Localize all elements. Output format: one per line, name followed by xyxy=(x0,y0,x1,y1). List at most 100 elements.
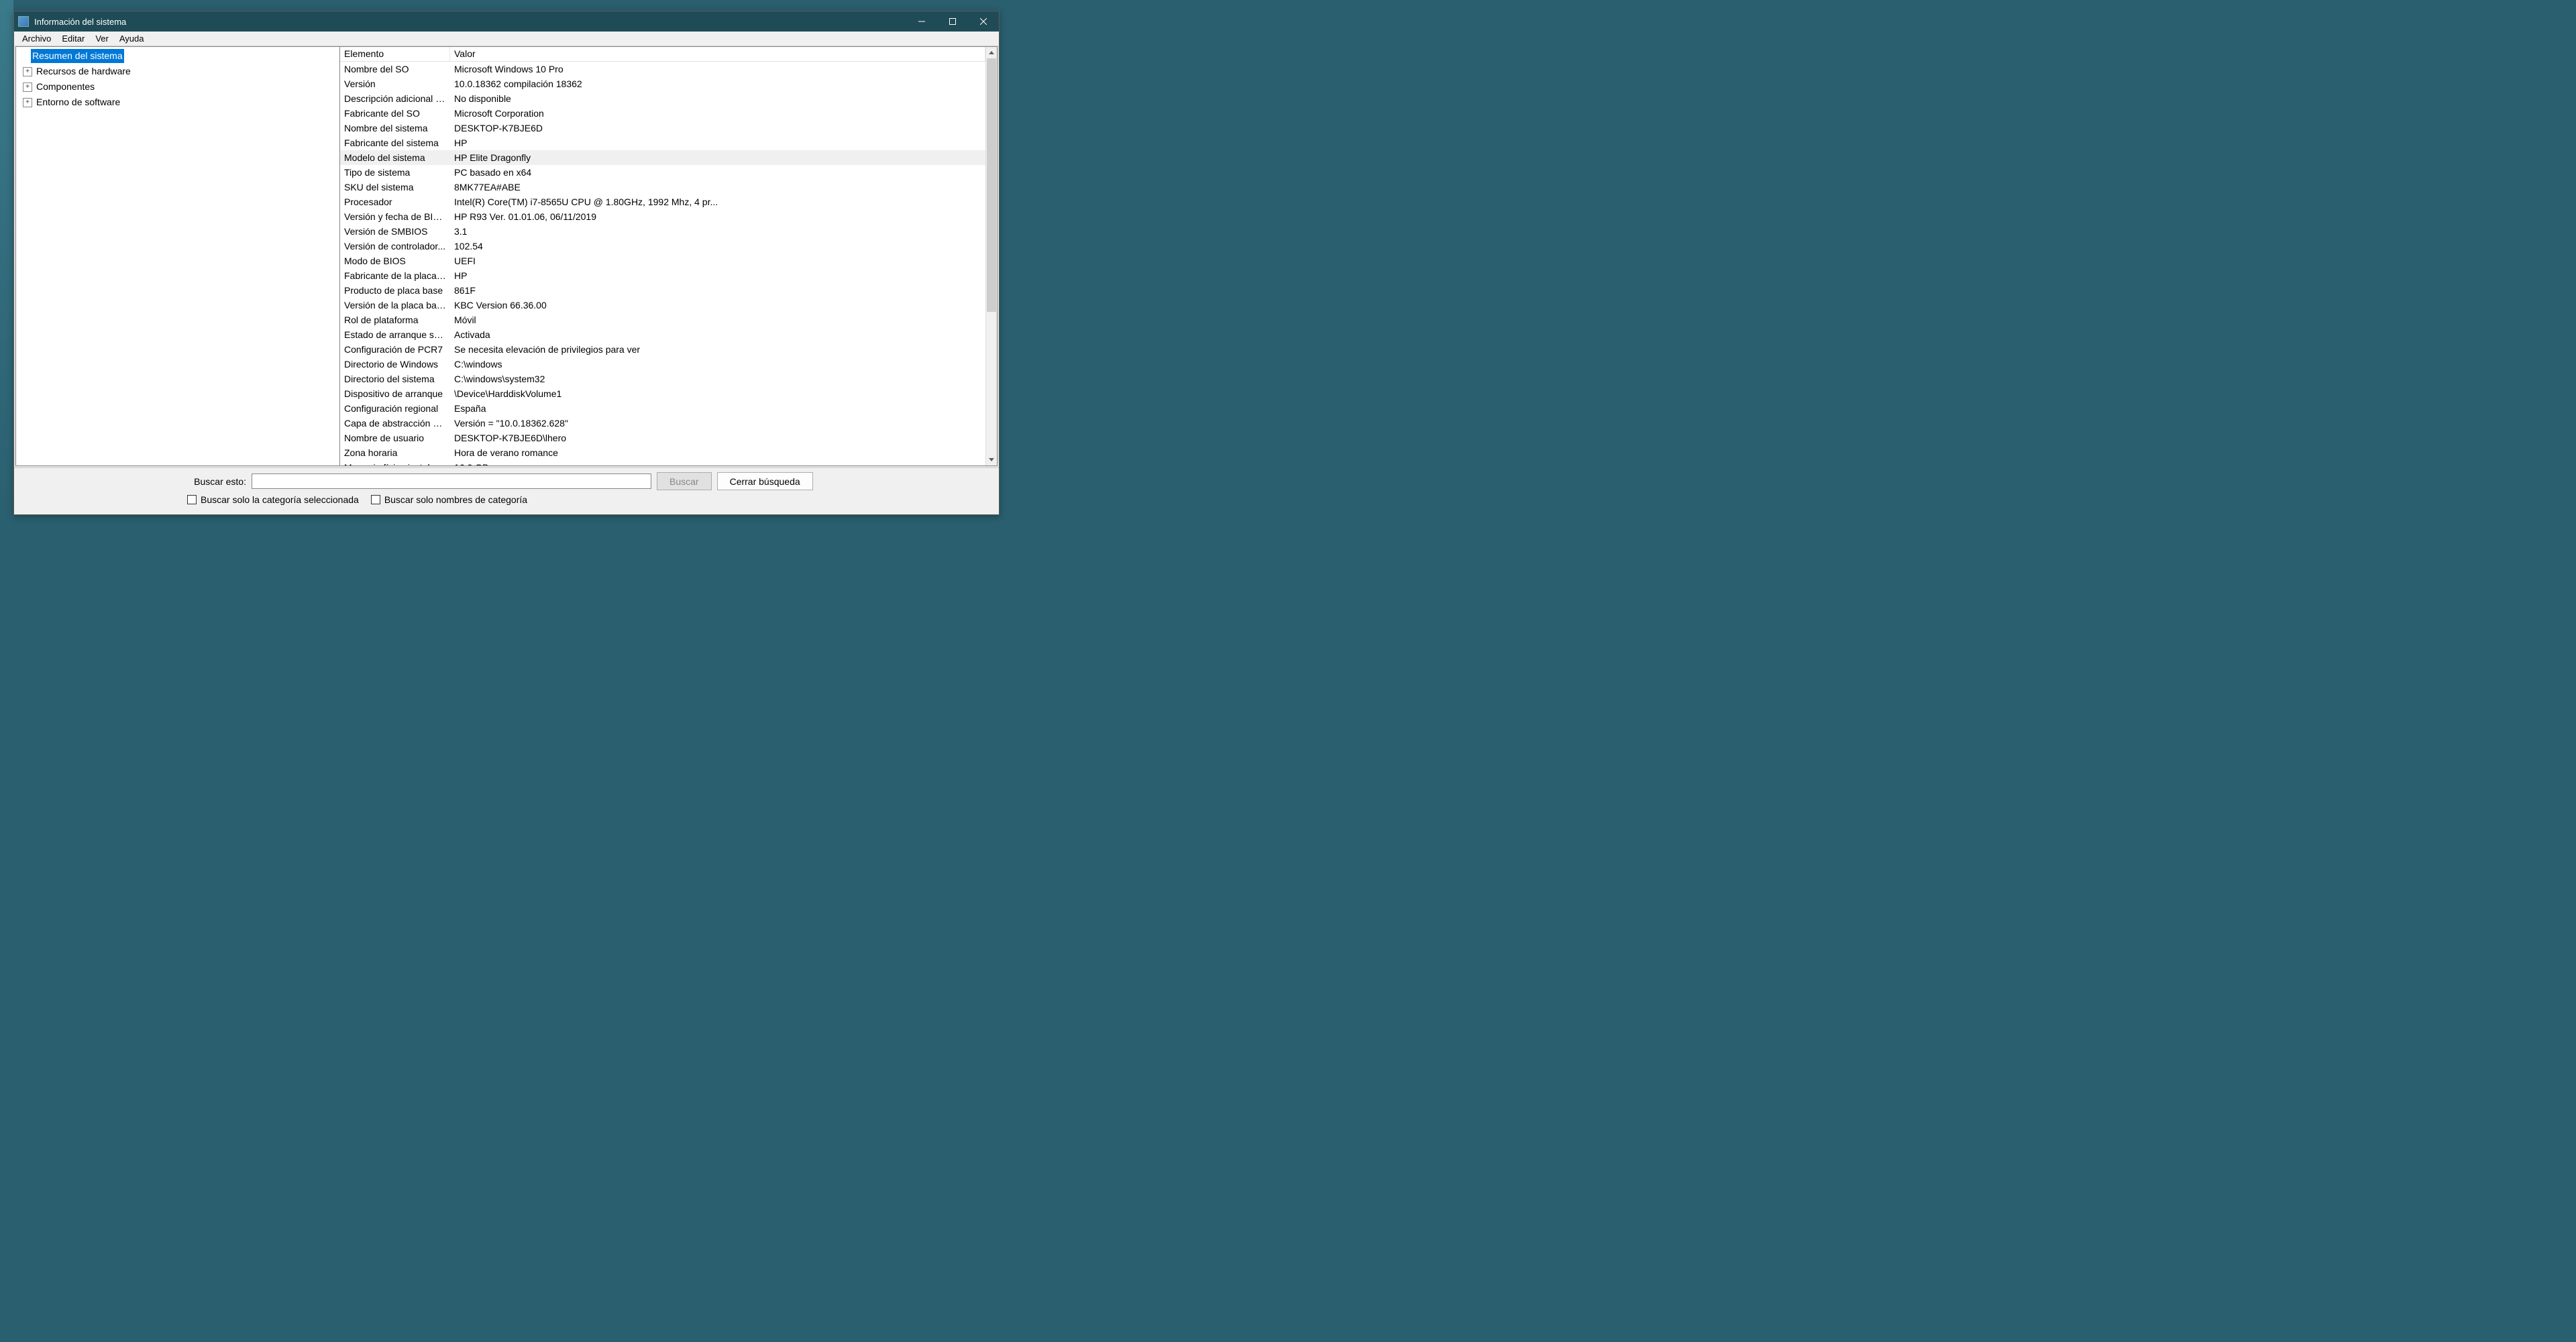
cell-valor: \Device\HarddiskVolume1 xyxy=(450,388,985,400)
scroll-down-button[interactable] xyxy=(986,454,997,465)
desktop-background-strip xyxy=(0,0,13,528)
close-search-button[interactable]: Cerrar búsqueda xyxy=(717,472,813,490)
scroll-thumb[interactable] xyxy=(987,58,996,312)
vertical-scrollbar[interactable] xyxy=(985,47,997,465)
cell-elemento: Nombre de usuario xyxy=(340,432,450,444)
cell-valor: 10.0.18362 compilación 18362 xyxy=(450,78,985,90)
content-area: Resumen del sistema + Recursos de hardwa… xyxy=(14,46,999,467)
table-row[interactable]: Nombre del sistemaDESKTOP-K7BJE6D xyxy=(340,121,985,135)
menu-ayuda[interactable]: Ayuda xyxy=(114,32,150,45)
header-elemento[interactable]: Elemento xyxy=(340,47,450,61)
cell-valor: Se necesita elevación de privilegios par… xyxy=(450,343,985,355)
cell-elemento: Versión de la placa base xyxy=(340,299,450,311)
cell-valor: 3.1 xyxy=(450,225,985,237)
cell-elemento: Procesador xyxy=(340,196,450,208)
close-button[interactable] xyxy=(968,11,999,32)
table-row[interactable]: Directorio de WindowsC:\windows xyxy=(340,357,985,372)
table-row[interactable]: Versión10.0.18362 compilación 18362 xyxy=(340,76,985,91)
window-controls xyxy=(906,11,999,32)
cell-valor: KBC Version 66.36.00 xyxy=(450,299,985,311)
table-row[interactable]: Memoria física instalad...16,0 GB xyxy=(340,460,985,465)
cell-valor: HP R93 Ver. 01.01.06, 06/11/2019 xyxy=(450,211,985,223)
cell-valor: Hora de verano romance xyxy=(450,447,985,459)
cell-valor: Microsoft Corporation xyxy=(450,107,985,119)
cell-valor: Microsoft Windows 10 Pro xyxy=(450,63,985,75)
cell-elemento: Directorio del sistema xyxy=(340,373,450,385)
table-row[interactable]: Descripción adicional d...No disponible xyxy=(340,91,985,106)
table-row[interactable]: Fabricante del SOMicrosoft Corporation xyxy=(340,106,985,121)
table-header[interactable]: Elemento Valor xyxy=(340,47,985,62)
checkbox-icon xyxy=(371,495,380,504)
cell-elemento: Configuración de PCR7 xyxy=(340,343,450,355)
tree-item-software-env[interactable]: + Entorno de software xyxy=(16,95,339,110)
scroll-up-button[interactable] xyxy=(986,47,997,58)
table-row[interactable]: Nombre del SOMicrosoft Windows 10 Pro xyxy=(340,62,985,76)
table-row[interactable]: Nombre de usuarioDESKTOP-K7BJE6D\lhero xyxy=(340,431,985,445)
expand-icon[interactable]: + xyxy=(23,98,32,107)
detail-pane: Elemento Valor Nombre del SOMicrosoft Wi… xyxy=(340,46,998,466)
scroll-track[interactable] xyxy=(986,58,997,454)
search-input[interactable] xyxy=(252,473,651,489)
cell-elemento: Memoria física instalad... xyxy=(340,461,450,465)
cell-valor: Activada xyxy=(450,329,985,341)
titlebar[interactable]: Información del sistema xyxy=(14,11,999,32)
cell-valor: DESKTOP-K7BJE6D xyxy=(450,122,985,134)
table-row[interactable]: Rol de plataformaMóvil xyxy=(340,313,985,327)
chevron-down-icon xyxy=(989,458,994,461)
table-row[interactable]: SKU del sistema8MK77EA#ABE xyxy=(340,180,985,194)
table-row[interactable]: Tipo de sistemaPC basado en x64 xyxy=(340,165,985,180)
cell-elemento: Fabricante del sistema xyxy=(340,137,450,149)
table-row[interactable]: Versión y fecha de BIOSHP R93 Ver. 01.01… xyxy=(340,209,985,224)
maximize-button[interactable] xyxy=(937,11,968,32)
table-row[interactable]: Producto de placa base861F xyxy=(340,283,985,298)
table-row[interactable]: Versión de controlador...102.54 xyxy=(340,239,985,254)
cell-elemento: Fabricante del SO xyxy=(340,107,450,119)
detail-table[interactable]: Elemento Valor Nombre del SOMicrosoft Wi… xyxy=(340,47,985,465)
table-row[interactable]: Capa de abstracción de...Versión = "10.0… xyxy=(340,416,985,431)
menu-archivo[interactable]: Archivo xyxy=(17,32,56,45)
table-row[interactable]: Fabricante de la placa b...HP xyxy=(340,268,985,283)
table-row[interactable]: Zona horariaHora de verano romance xyxy=(340,445,985,460)
expand-icon[interactable]: + xyxy=(23,67,32,76)
minimize-button[interactable] xyxy=(906,11,937,32)
cell-elemento: SKU del sistema xyxy=(340,181,450,193)
tree-root-label: Resumen del sistema xyxy=(31,49,124,63)
tree-item-hardware[interactable]: + Recursos de hardware xyxy=(16,64,339,79)
close-icon xyxy=(980,18,987,25)
cell-valor: 16,0 GB xyxy=(450,461,985,465)
cell-valor: Versión = "10.0.18362.628" xyxy=(450,417,985,429)
table-body: Nombre del SOMicrosoft Windows 10 ProVer… xyxy=(340,62,985,465)
cell-valor: España xyxy=(450,402,985,414)
menu-editar[interactable]: Editar xyxy=(56,32,90,45)
cell-elemento: Versión de SMBIOS xyxy=(340,225,450,237)
cell-elemento: Descripción adicional d... xyxy=(340,93,450,105)
table-row[interactable]: Versión de SMBIOS3.1 xyxy=(340,224,985,239)
checkbox-label: Buscar solo la categoría seleccionada xyxy=(201,494,359,505)
search-button[interactable]: Buscar xyxy=(657,472,712,490)
checkbox-selected-category[interactable]: Buscar solo la categoría seleccionada xyxy=(187,494,359,505)
table-row[interactable]: Configuración regionalEspaña xyxy=(340,401,985,416)
menu-ver[interactable]: Ver xyxy=(90,32,114,45)
table-row[interactable]: Versión de la placa baseKBC Version 66.3… xyxy=(340,298,985,313)
table-row[interactable]: Modelo del sistemaHP Elite Dragonfly xyxy=(340,150,985,165)
maximize-icon xyxy=(949,18,956,25)
cell-elemento: Dispositivo de arranque xyxy=(340,388,450,400)
header-valor[interactable]: Valor xyxy=(450,47,985,61)
cell-elemento: Versión y fecha de BIOS xyxy=(340,211,450,223)
table-row[interactable]: Configuración de PCR7Se necesita elevaci… xyxy=(340,342,985,357)
tree-item-label: Entorno de software xyxy=(35,95,121,109)
tree-root[interactable]: Resumen del sistema xyxy=(16,48,339,64)
tree-pane[interactable]: Resumen del sistema + Recursos de hardwa… xyxy=(15,46,340,466)
table-row[interactable]: Modo de BIOSUEFI xyxy=(340,254,985,268)
table-row[interactable]: Dispositivo de arranque\Device\HarddiskV… xyxy=(340,386,985,401)
table-row[interactable]: Estado de arranque seg...Activada xyxy=(340,327,985,342)
table-row[interactable]: ProcesadorIntel(R) Core(TM) i7-8565U CPU… xyxy=(340,194,985,209)
table-row[interactable]: Directorio del sistemaC:\windows\system3… xyxy=(340,372,985,386)
table-row[interactable]: Fabricante del sistemaHP xyxy=(340,135,985,150)
checkbox-category-names[interactable]: Buscar solo nombres de categoría xyxy=(371,494,527,505)
tree-item-components[interactable]: + Componentes xyxy=(16,79,339,95)
cell-valor: PC basado en x64 xyxy=(450,166,985,178)
expand-icon[interactable]: + xyxy=(23,82,32,92)
cell-elemento: Directorio de Windows xyxy=(340,358,450,370)
cell-elemento: Producto de placa base xyxy=(340,284,450,296)
